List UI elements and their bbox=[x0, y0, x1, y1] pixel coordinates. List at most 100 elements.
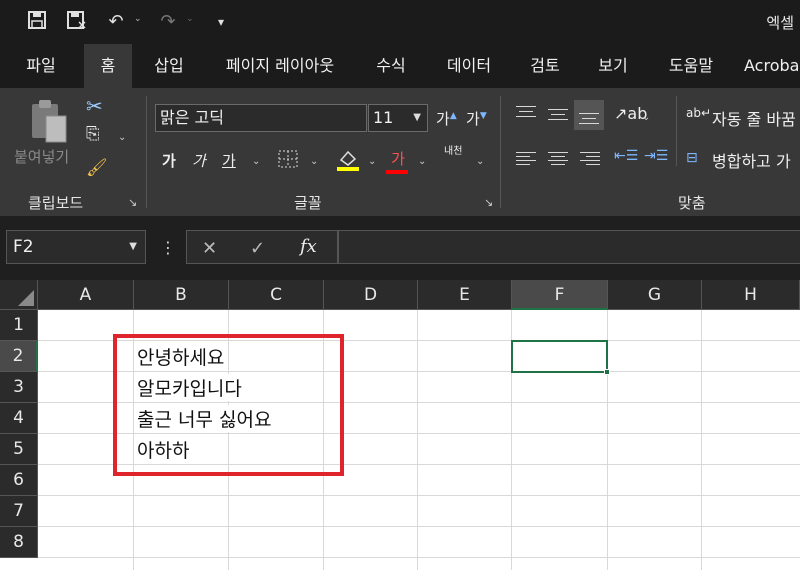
fill-color-icon[interactable] bbox=[336, 148, 360, 176]
font-name-select[interactable]: 맑은 고딕 bbox=[155, 104, 367, 132]
column-header-g[interactable]: G bbox=[608, 280, 702, 310]
ribbon-tabs: 파일 홈 삽입 페이지 레이아웃 수식 데이터 검토 보기 도움말 Acroba bbox=[0, 44, 800, 88]
undo-icon[interactable]: ↶ bbox=[104, 10, 128, 34]
align-right-icon[interactable] bbox=[578, 150, 602, 168]
tab-formulas[interactable]: 수식 bbox=[366, 44, 416, 88]
font-launcher-icon[interactable]: ↘ bbox=[484, 196, 493, 209]
tab-data[interactable]: 데이터 bbox=[436, 44, 502, 88]
insert-function-button[interactable]: fx bbox=[300, 236, 317, 257]
font-group-label: 글꼴 bbox=[294, 194, 322, 212]
name-box[interactable]: F2 ▼ bbox=[6, 230, 146, 264]
worksheet-grid: A B C D E F G H 1 2 3 4 5 6 7 8 안녕하세요 알모… bbox=[0, 280, 800, 570]
merge-center-button[interactable]: 병합하고 가 bbox=[712, 148, 791, 172]
formula-bar: F2 ▼ ⋮ ✕ ✓ fx bbox=[0, 216, 800, 278]
column-header-c[interactable]: C bbox=[229, 280, 324, 310]
row-header-5[interactable]: 5 bbox=[0, 434, 38, 465]
row-header-4[interactable]: 4 bbox=[0, 403, 38, 434]
underline-dropdown-icon[interactable]: ⌄ bbox=[252, 156, 260, 167]
save-as-icon[interactable] bbox=[64, 10, 90, 34]
copy-dropdown-icon[interactable]: ⌄ bbox=[118, 132, 126, 143]
row-header-8[interactable]: 8 bbox=[0, 527, 38, 558]
tab-help[interactable]: 도움말 bbox=[656, 44, 726, 88]
font-name-value: 맑은 고딕 bbox=[160, 108, 224, 127]
save-icon[interactable] bbox=[24, 10, 50, 34]
select-all-triangle bbox=[18, 290, 34, 306]
divider bbox=[500, 96, 501, 208]
tab-insert[interactable]: 삽입 bbox=[144, 44, 194, 88]
align-middle-icon[interactable] bbox=[546, 106, 570, 122]
grow-font-button[interactable]: 가▲ bbox=[436, 108, 457, 129]
align-left-icon[interactable] bbox=[514, 150, 538, 168]
select-all-button[interactable] bbox=[0, 280, 38, 310]
clipboard-launcher-icon[interactable]: ↘ bbox=[128, 196, 137, 209]
paste-button[interactable]: 붙여넣기 bbox=[14, 146, 69, 167]
clipboard-group-label: 클립보드 bbox=[28, 194, 84, 212]
italic-button[interactable]: 가 bbox=[192, 150, 206, 171]
font-color-button[interactable]: 가 bbox=[386, 148, 410, 174]
column-header-f[interactable]: F bbox=[512, 280, 608, 310]
phonetic-button[interactable]: 내천 bbox=[444, 146, 466, 157]
font-color-dropdown-icon[interactable]: ⌄ bbox=[418, 156, 426, 167]
tab-view[interactable]: 보기 bbox=[588, 44, 638, 88]
align-bottom-icon[interactable] bbox=[574, 100, 604, 130]
row-header-7[interactable]: 7 bbox=[0, 496, 38, 527]
column-header-h[interactable]: H bbox=[702, 280, 800, 310]
cut-icon[interactable]: ✂ bbox=[86, 94, 103, 118]
undo-dropdown-icon[interactable]: ⌄ bbox=[134, 14, 142, 24]
fill-handle[interactable] bbox=[604, 369, 610, 375]
column-header-b[interactable]: B bbox=[134, 280, 229, 310]
chevron-down-icon: ▼ bbox=[129, 241, 137, 252]
divider bbox=[676, 96, 677, 166]
column-header-e[interactable]: E bbox=[418, 280, 512, 310]
row-header-1[interactable]: 1 bbox=[0, 310, 38, 341]
row-header-6[interactable]: 6 bbox=[0, 465, 38, 496]
font-size-value: 11 bbox=[373, 108, 394, 127]
orientation-dropdown-icon[interactable]: ⌄ bbox=[642, 112, 650, 123]
underline-button[interactable]: 가 bbox=[222, 150, 236, 171]
row-header-2[interactable]: 2 bbox=[0, 341, 38, 372]
decrease-indent-icon[interactable]: ⇤☰ bbox=[614, 148, 638, 164]
borders-icon[interactable] bbox=[278, 150, 298, 172]
ribbon: 붙여넣기 ✂ ⎘ ⌄ 🖌 클립보드 ↘ 맑은 고딕 11 ▼ 가▲ 가▼ 가 가… bbox=[0, 88, 800, 216]
wrap-text-button[interactable]: 자동 줄 바꿈 bbox=[712, 106, 796, 130]
increase-indent-icon[interactable]: ⇥☰ bbox=[644, 148, 668, 164]
paste-icon[interactable] bbox=[28, 98, 70, 148]
font-color-swatch bbox=[386, 170, 408, 174]
gridline bbox=[38, 557, 800, 558]
align-center-icon[interactable] bbox=[546, 150, 570, 168]
gridline bbox=[417, 310, 418, 570]
borders-dropdown-icon[interactable]: ⌄ bbox=[310, 156, 318, 167]
redo-dropdown-icon[interactable]: ⌄ bbox=[186, 14, 194, 24]
active-cell-f2[interactable] bbox=[511, 340, 608, 373]
enter-icon[interactable]: ✓ bbox=[250, 238, 265, 259]
window-title: 엑셀 bbox=[766, 14, 794, 32]
customize-qat-icon[interactable]: ▾ bbox=[212, 10, 230, 34]
formula-input[interactable] bbox=[338, 230, 800, 264]
tab-file[interactable]: 파일 bbox=[14, 44, 68, 88]
format-painter-icon[interactable]: 🖌 bbox=[86, 158, 108, 178]
redo-icon[interactable]: ↷ bbox=[156, 10, 180, 34]
tab-page-layout[interactable]: 페이지 레이아웃 bbox=[212, 44, 348, 88]
font-size-select[interactable]: 11 ▼ bbox=[368, 104, 428, 132]
column-header-d[interactable]: D bbox=[324, 280, 418, 310]
shrink-font-button[interactable]: 가▼ bbox=[466, 108, 487, 129]
gridline bbox=[38, 526, 800, 527]
row-header-3[interactable]: 3 bbox=[0, 372, 38, 403]
tab-home[interactable]: 홈 bbox=[84, 44, 132, 88]
copy-icon[interactable]: ⎘ bbox=[86, 124, 100, 144]
tab-acrobat[interactable]: Acroba bbox=[744, 44, 800, 88]
phonetic-dropdown-icon[interactable]: ⌄ bbox=[476, 156, 484, 167]
name-box-value: F2 bbox=[13, 237, 34, 257]
gridline bbox=[701, 310, 702, 570]
chevron-down-icon: ▼ bbox=[413, 112, 421, 123]
column-header-a[interactable]: A bbox=[38, 280, 134, 310]
align-top-icon[interactable] bbox=[514, 106, 538, 122]
fill-color-dropdown-icon[interactable]: ⌄ bbox=[368, 156, 376, 167]
cancel-icon[interactable]: ✕ bbox=[202, 238, 217, 259]
merge-icon: ⊟ bbox=[686, 150, 698, 166]
bold-button[interactable]: 가 bbox=[162, 150, 176, 171]
tab-review[interactable]: 검토 bbox=[520, 44, 570, 88]
gridline bbox=[38, 495, 800, 496]
more-options-icon[interactable]: ⋮ bbox=[160, 238, 176, 257]
title-bar: ↶ ⌄ ↷ ⌄ ▾ 엑셀 bbox=[0, 0, 800, 44]
